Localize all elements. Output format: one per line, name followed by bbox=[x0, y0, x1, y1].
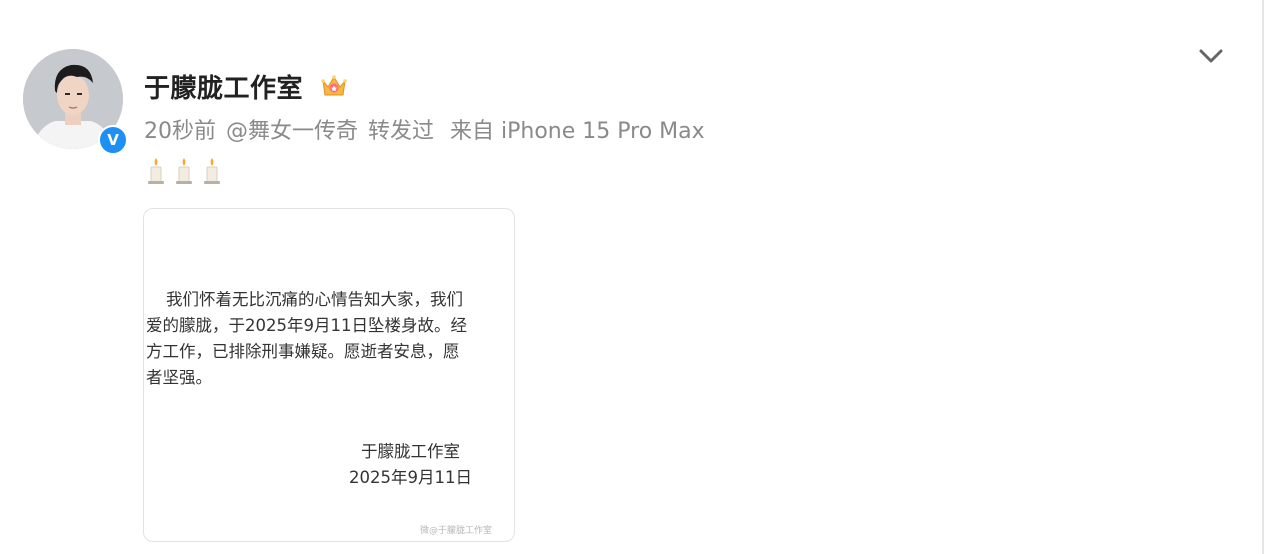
candle-icon bbox=[200, 156, 224, 186]
notice-line: 我们怀着无比沉痛的心情告知大家，我们 bbox=[166, 290, 463, 309]
post-time[interactable]: 20秒前 bbox=[144, 113, 216, 145]
notice-line: 方工作，已排除刑事嫌疑。愿逝者安息，愿 bbox=[146, 342, 460, 361]
author-row: 于朦胧工作室 bbox=[144, 66, 349, 106]
signature-name: 于朦胧工作室 bbox=[361, 442, 460, 461]
notice-line: 爱的朦胧，于2025年9月11日坠楼身故。经 bbox=[146, 316, 467, 335]
signature-date: 2025年9月11日 bbox=[349, 468, 472, 487]
post-source: 来自 iPhone 15 Pro Max bbox=[450, 119, 705, 144]
weibo-post: V 于朦胧工作室 20秒前 @舞女一传奇 转发过 来自 iPhone 15 Pr… bbox=[0, 0, 1264, 554]
post-image[interactable]: 我们怀着无比沉痛的心情告知大家，我们 爱的朦胧，于2025年9月11日坠楼身故。… bbox=[143, 208, 515, 542]
chevron-down-icon[interactable] bbox=[1196, 42, 1226, 70]
crown-icon[interactable] bbox=[319, 71, 349, 101]
post-meta: 20秒前 @舞女一传奇 转发过 来自 iPhone 15 Pro Max bbox=[144, 114, 705, 144]
repost-via-user[interactable]: @舞女一传奇 bbox=[226, 113, 358, 145]
notice-line: 者坚强。 bbox=[146, 368, 212, 387]
notice-signature: 于朦胧工作室 2025年9月11日 bbox=[349, 439, 472, 491]
candle-icon bbox=[172, 156, 196, 186]
image-watermark: 微@于朦胧工作室 bbox=[420, 526, 493, 536]
avatar[interactable]: V bbox=[23, 49, 128, 155]
author-name[interactable]: 于朦胧工作室 bbox=[144, 68, 303, 105]
verified-badge-icon: V bbox=[98, 125, 128, 155]
post-content-emojis bbox=[144, 156, 224, 186]
notice-text: 我们怀着无比沉痛的心情告知大家，我们 爱的朦胧，于2025年9月11日坠楼身故。… bbox=[146, 287, 506, 391]
candle-icon bbox=[144, 156, 168, 186]
repost-action: 转发过 bbox=[368, 119, 435, 144]
